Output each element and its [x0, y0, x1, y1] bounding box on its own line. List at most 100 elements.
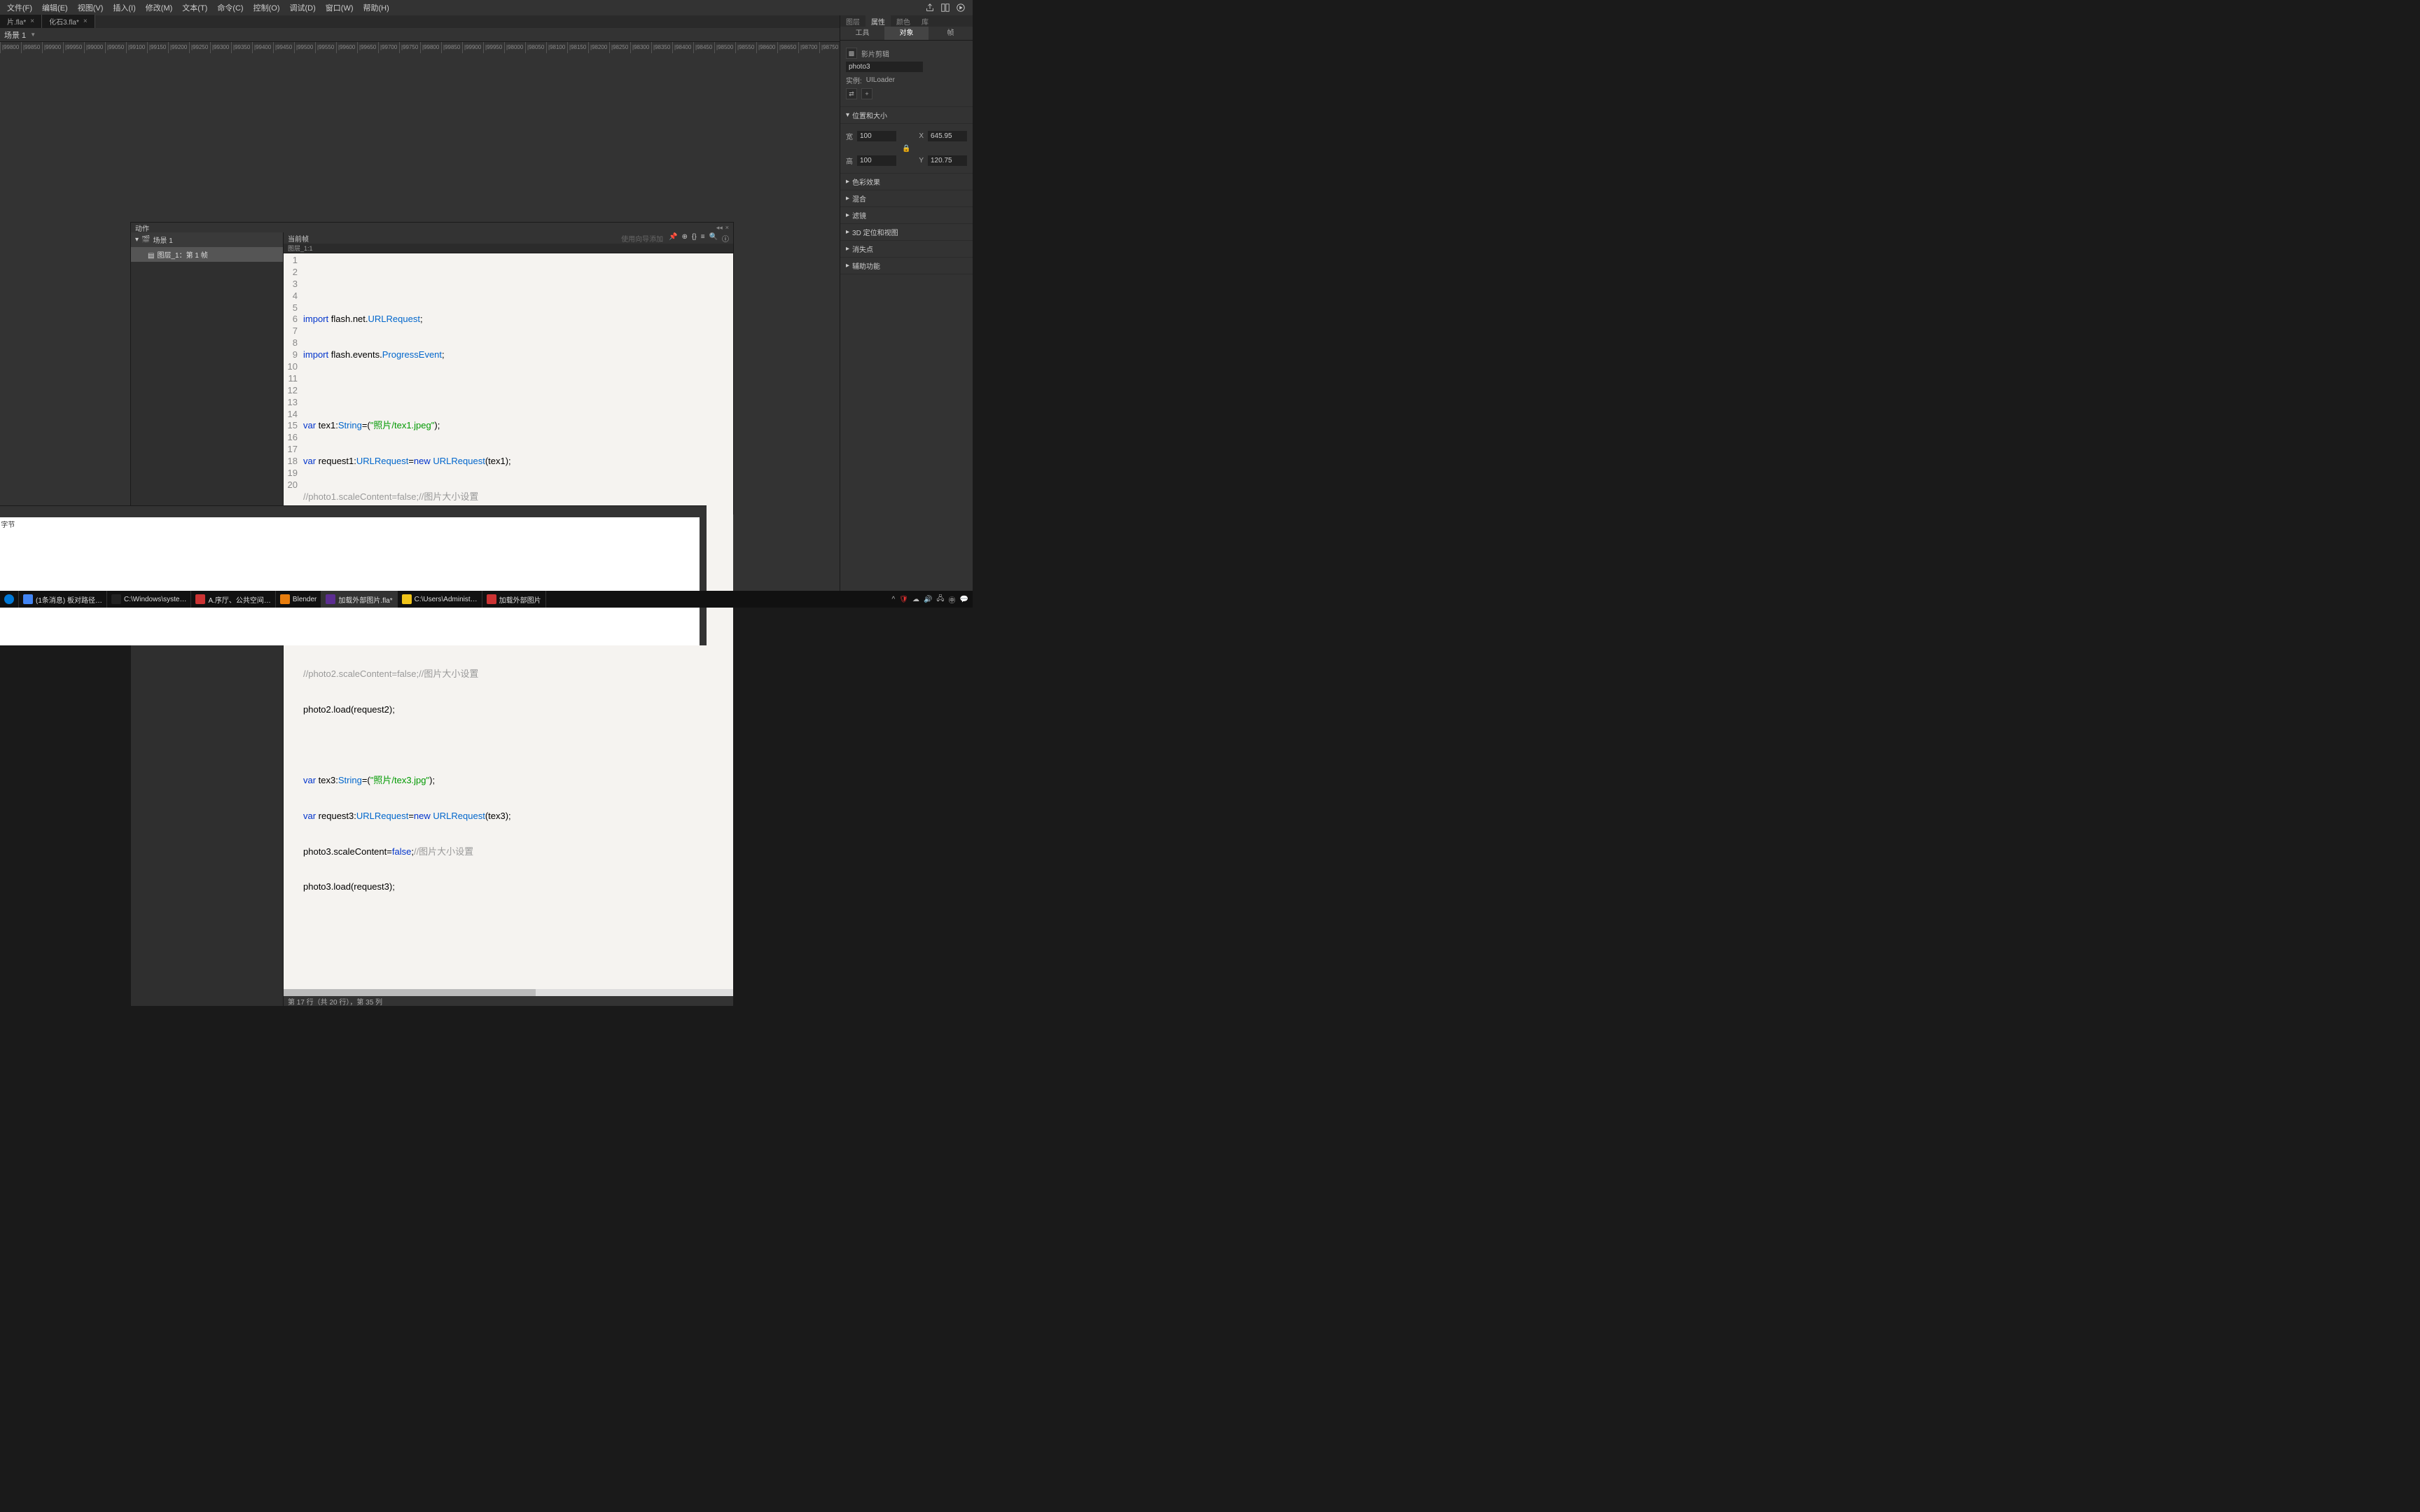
lock-aspect-icon[interactable]: 🔒: [903, 144, 911, 153]
doc-tab-1[interactable]: 化石3.fla* ×: [42, 15, 95, 28]
start-button[interactable]: [0, 591, 19, 608]
rp-subtab-tool[interactable]: 工具: [840, 27, 884, 40]
workspace-icon[interactable]: [940, 3, 950, 13]
system-tray[interactable]: ^ 🛡 ☁ 🔊 🖧 ㊥ 💬: [888, 594, 973, 606]
code-status-bar: 第 17 行（共 20 行），第 35 列: [284, 996, 733, 1006]
x-field[interactable]: [928, 131, 967, 141]
rp-subtab-object[interactable]: 对象: [884, 27, 929, 40]
stage-area[interactable]: 动作 ◂◂ × ▾🎬场景 1 ▤图层_1：第 1 帧 当前帧 使用向导添加 📌: [0, 53, 840, 591]
instance-label: 实例:: [846, 75, 862, 85]
pin-icon[interactable]: 📌: [669, 233, 677, 244]
play-icon[interactable]: [956, 3, 966, 13]
output-body[interactable]: 试影片: [SWF] 加载外部照片.swf - 36573 字节: [0, 517, 700, 645]
height-field[interactable]: [857, 155, 896, 166]
y-field[interactable]: [928, 155, 967, 166]
taskbar-item[interactable]: (1条消息) 板对路径…: [19, 591, 107, 608]
taskbar-item[interactable]: A.序厅、公共空间…: [191, 591, 275, 608]
menu-edit[interactable]: 编辑(E): [38, 1, 72, 15]
taskbar-item[interactable]: Blender: [276, 591, 321, 608]
section-filters[interactable]: ▸滤镜: [840, 207, 973, 224]
document-tabs: 片.fla* × 化石3.fla* ×: [0, 15, 973, 28]
taskbar-item[interactable]: C:\Windows\syste…: [107, 591, 191, 608]
menu-modify[interactable]: 修改(M): [141, 1, 177, 15]
collapse-icon[interactable]: ◂◂: [716, 224, 723, 232]
chevron-right-icon: ▸: [846, 211, 849, 219]
horizontal-scrollbar[interactable]: [284, 989, 733, 996]
chevron-right-icon: ▸: [846, 195, 849, 202]
doc-tab-label: 片.fla*: [7, 16, 26, 27]
width-field[interactable]: [857, 131, 896, 141]
menu-text[interactable]: 文本(T): [178, 1, 211, 15]
tray-shield-icon[interactable]: 🛡: [899, 596, 908, 603]
section-position-size[interactable]: ▾位置和大小: [840, 107, 973, 124]
rp-tab-library[interactable]: 库: [916, 15, 934, 27]
menu-view[interactable]: 视图(V): [74, 1, 108, 15]
target-icon[interactable]: ⊕: [682, 233, 688, 244]
tray-network-icon[interactable]: 🖧: [936, 594, 944, 606]
close-icon[interactable]: ×: [30, 18, 34, 25]
tray-volume-icon[interactable]: 🔊: [924, 596, 932, 603]
chevron-right-icon: ▸: [846, 262, 849, 270]
layer-frame-label: 图层_1:1: [284, 244, 733, 253]
section-accessibility[interactable]: ▸辅助功能: [840, 258, 973, 274]
tree-scene-node[interactable]: ▾🎬场景 1: [131, 232, 283, 247]
actions-panel-title: 动作: [135, 223, 149, 233]
chevron-down-icon: ▾: [846, 111, 849, 119]
instance-name-field[interactable]: [846, 62, 923, 72]
close-icon[interactable]: ×: [83, 18, 88, 25]
script-icon: ▤: [148, 252, 154, 260]
taskbar-item[interactable]: 加载外部图片.fla*: [321, 591, 397, 608]
scene-icon: 🎬: [141, 236, 150, 244]
scene-name[interactable]: 场景 1: [4, 29, 26, 41]
add-icon[interactable]: +: [861, 88, 872, 99]
rp-tab-properties[interactable]: 属性: [865, 15, 891, 27]
tray-cloud-icon[interactable]: ☁: [912, 596, 919, 603]
menu-commands[interactable]: 命令(C): [213, 1, 247, 15]
tray-notification-icon[interactable]: 💬: [960, 596, 968, 603]
output-panel: 输出 试影片: [SWF] 加载外部照片.swf - 36573 字节: [0, 505, 707, 645]
tree-frame-node[interactable]: ▤图层_1：第 1 帧: [131, 247, 283, 262]
instance-type: UILoader: [866, 76, 895, 84]
rp-subtab-frame[interactable]: 帧: [929, 27, 973, 40]
share-icon[interactable]: [925, 3, 935, 13]
code-format-icon[interactable]: {}: [692, 233, 697, 244]
scene-bar: 场景 1 ▼ ⊕ ↻ ▭ ⛶ 100%▾: [0, 28, 973, 42]
actions-panel: 动作 ◂◂ × ▾🎬场景 1 ▤图层_1：第 1 帧 当前帧 使用向导添加 📌: [130, 222, 734, 514]
movieclip-icon: ▩: [846, 48, 857, 59]
horizontal-ruler: |99800|99850|99900|99950|99000|99050|991…: [0, 42, 973, 53]
section-3d[interactable]: ▸3D 定位和视图: [840, 224, 973, 241]
menu-insert[interactable]: 插入(I): [109, 1, 139, 15]
section-color-effect[interactable]: ▸色彩效果: [840, 174, 973, 190]
wizard-add-button[interactable]: 使用向导添加: [621, 233, 663, 244]
menu-help[interactable]: 帮助(H): [359, 1, 394, 15]
chevron-right-icon: ▸: [846, 245, 849, 253]
rp-tab-color[interactable]: 颜色: [891, 15, 916, 27]
chevron-down-icon: ▾: [135, 236, 139, 244]
swap-icon[interactable]: ⇄: [846, 88, 857, 99]
close-icon[interactable]: ×: [725, 224, 729, 232]
tray-ime-icon[interactable]: ㊥: [949, 594, 956, 605]
doc-tab-label: 化石3.fla*: [49, 16, 79, 27]
snippet-icon[interactable]: ≡: [701, 233, 705, 244]
help-icon[interactable]: ⓘ: [722, 233, 729, 244]
menu-window[interactable]: 窗口(W): [321, 1, 358, 15]
vertical-scrollbar[interactable]: [700, 517, 707, 645]
menu-file[interactable]: 文件(F): [3, 1, 36, 15]
taskbar-item[interactable]: C:\Users\Administ…: [398, 591, 482, 608]
properties-panel: 图层 属性 颜色 库 工具 对象 帧 ▩ 影片剪辑 实例: UILoader ⇄: [840, 15, 973, 591]
chevron-down-icon[interactable]: ▼: [30, 31, 36, 38]
section-vanishing-point[interactable]: ▸消失点: [840, 241, 973, 258]
menu-debug[interactable]: 调试(D): [286, 1, 320, 15]
taskbar-item[interactable]: 加载外部图片: [482, 591, 546, 608]
search-icon[interactable]: 🔍: [709, 233, 718, 244]
tray-up-icon[interactable]: ^: [892, 596, 896, 603]
chevron-right-icon: ▸: [846, 228, 849, 236]
menu-control[interactable]: 控制(O): [249, 1, 284, 15]
menubar: 文件(F) 编辑(E) 视图(V) 插入(I) 修改(M) 文本(T) 命令(C…: [0, 0, 973, 15]
rp-tab-layers[interactable]: 图层: [840, 15, 865, 27]
doc-tab-0[interactable]: 片.fla* ×: [0, 15, 42, 28]
current-frame-label: 当前帧: [288, 233, 309, 244]
section-blend[interactable]: ▸混合: [840, 190, 973, 207]
taskbar: (1条消息) 板对路径…C:\Windows\syste…A.序厅、公共空间…B…: [0, 591, 973, 608]
component-kind-label: 影片剪辑: [861, 48, 889, 59]
